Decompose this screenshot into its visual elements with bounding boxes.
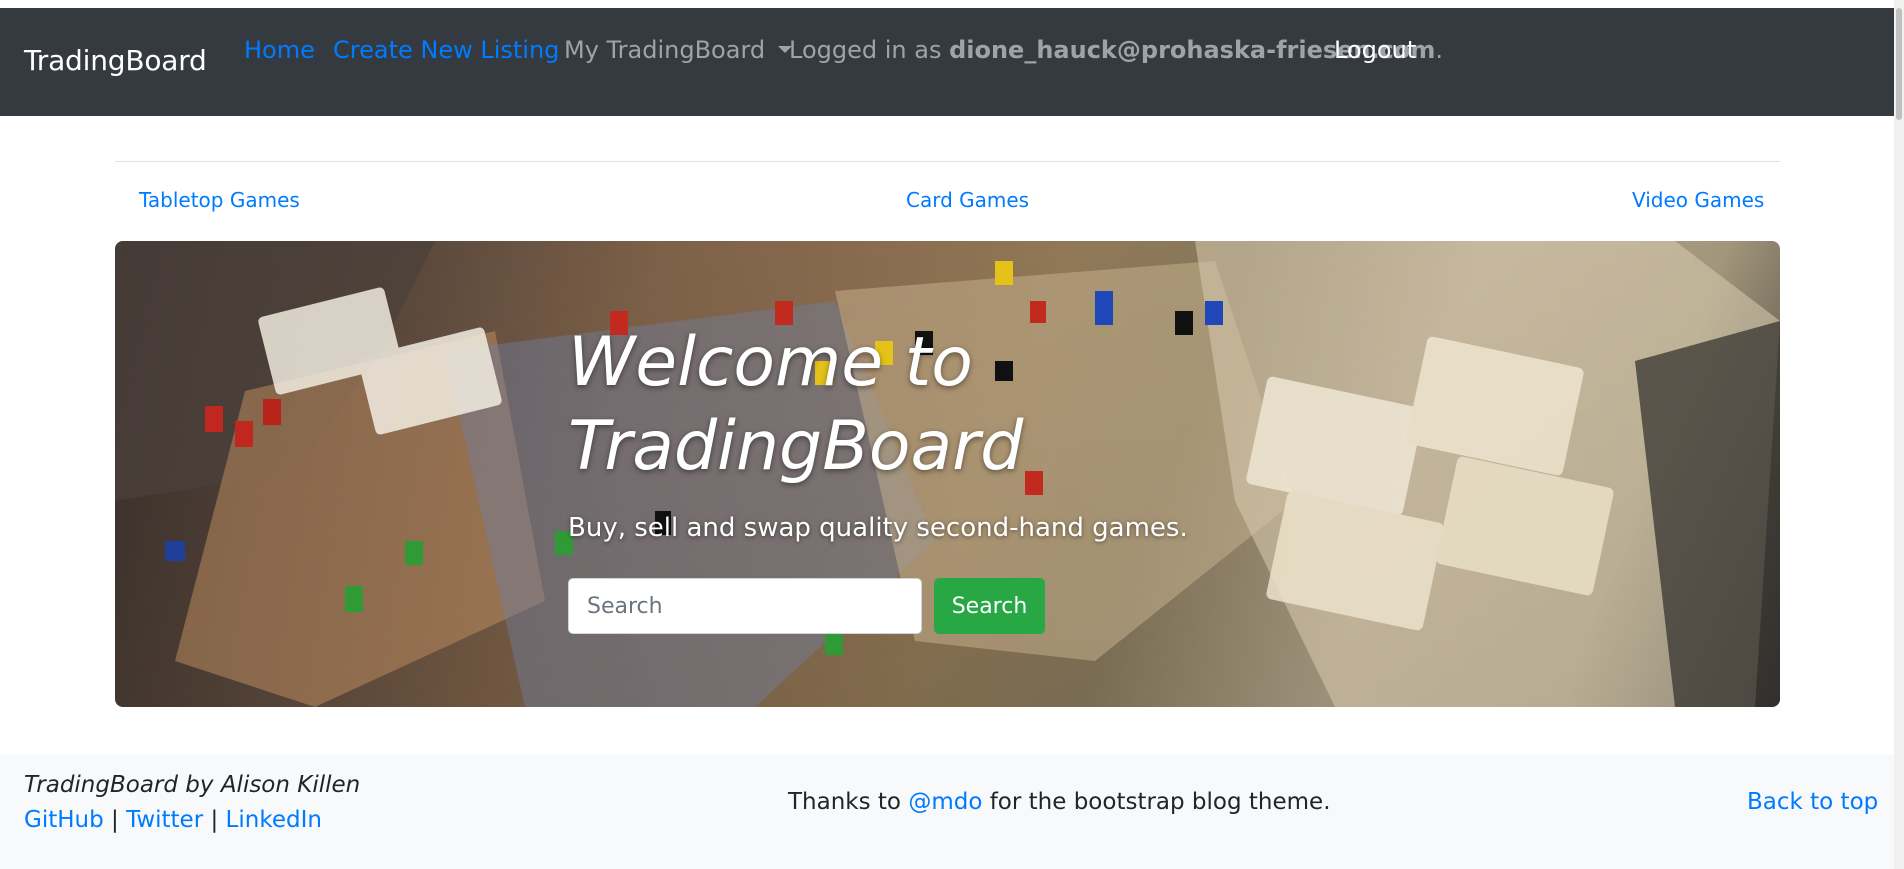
scrollbar-track[interactable] xyxy=(1894,0,1904,869)
category-tabletop-games-link[interactable]: Tabletop Games xyxy=(139,188,300,212)
category-video-games-link[interactable]: Video Games xyxy=(1632,188,1764,212)
category-card-games-link[interactable]: Card Games xyxy=(906,188,1029,212)
category-divider xyxy=(115,161,1780,162)
linkedin-link[interactable]: LinkedIn xyxy=(226,807,322,833)
footer: TradingBoard by Alison Killen GitHub | T… xyxy=(0,755,1894,869)
search-input[interactable] xyxy=(568,578,922,634)
github-link[interactable]: GitHub xyxy=(24,807,104,833)
nav-create-listing-link[interactable]: Create New Listing xyxy=(333,36,559,64)
twitter-link[interactable]: Twitter xyxy=(126,807,203,833)
logged-in-prefix: Logged in as xyxy=(789,36,950,64)
footer-separator: | xyxy=(203,807,226,833)
hero-subtitle: Buy, sell and swap quality second-hand g… xyxy=(568,513,1188,543)
footer-social-links: GitHub | Twitter | LinkedIn xyxy=(24,807,322,833)
back-to-top-link[interactable]: Back to top xyxy=(1747,789,1878,815)
search-button[interactable]: Search xyxy=(934,578,1045,634)
mdo-link[interactable]: @mdo xyxy=(908,789,982,815)
navbar: TradingBoard Home Create New Listing My … xyxy=(0,8,1894,116)
footer-separator: | xyxy=(103,807,127,833)
top-strip xyxy=(0,0,1904,8)
logout-link[interactable]: Logout xyxy=(1334,36,1416,64)
thanks-prefix: Thanks to xyxy=(788,789,909,815)
logged-in-suffix: . xyxy=(1435,36,1443,64)
hero-title: Welcome to TradingBoard xyxy=(568,323,1024,486)
nav-home-link[interactable]: Home xyxy=(244,36,315,64)
brand-link[interactable]: TradingBoard xyxy=(24,44,207,77)
hero-banner: Welcome to TradingBoard Buy, sell and sw… xyxy=(115,241,1780,707)
nav-my-tradingboard-label: My TradingBoard xyxy=(564,36,766,64)
footer-credit: TradingBoard by Alison Killen xyxy=(24,772,361,798)
nav-my-tradingboard-dropdown[interactable]: My TradingBoard xyxy=(564,36,793,64)
scrollbar-thumb[interactable] xyxy=(1896,8,1902,120)
footer-thanks: Thanks to @mdo for the bootstrap blog th… xyxy=(788,789,1331,815)
thanks-suffix: for the bootstrap blog theme. xyxy=(982,789,1331,815)
